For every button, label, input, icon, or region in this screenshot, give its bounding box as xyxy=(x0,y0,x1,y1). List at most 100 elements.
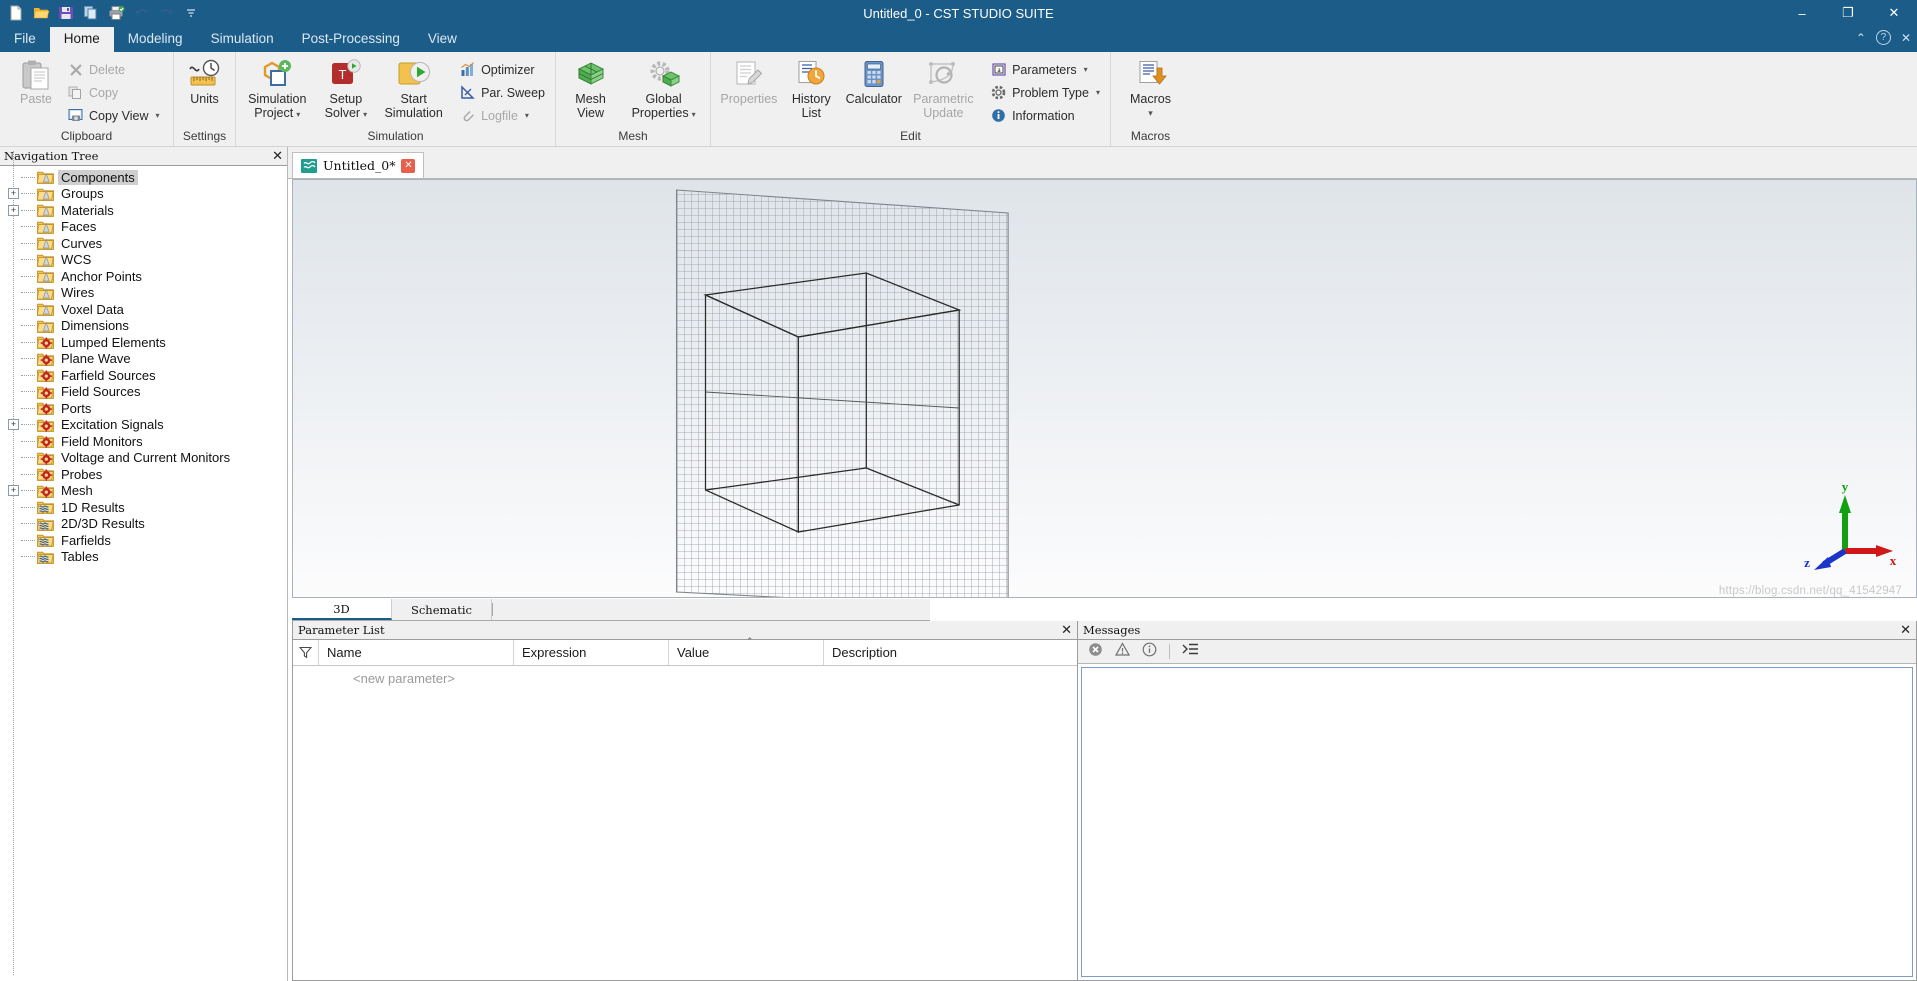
new-document-icon[interactable] xyxy=(6,3,26,23)
mesh-view-button[interactable]: Mesh View xyxy=(560,56,621,122)
tree-item-voxel-data[interactable]: Voxel Data xyxy=(0,301,287,318)
minimize-button[interactable]: – xyxy=(1779,0,1825,26)
ribbon-tab-modeling[interactable]: Modeling xyxy=(114,27,197,52)
filter-icon[interactable] xyxy=(293,640,319,665)
open-folder-icon[interactable] xyxy=(31,3,51,23)
global-properties-button[interactable]: Global Properties ▾ xyxy=(621,56,706,124)
problem-type-button[interactable]: Problem Type ▾ xyxy=(987,81,1106,104)
expand-icon[interactable]: + xyxy=(8,419,19,431)
chevron-down-icon[interactable]: ▾ xyxy=(692,110,696,119)
help-icon[interactable]: ? xyxy=(1875,30,1891,45)
par-sweep-button[interactable]: Par. Sweep xyxy=(456,81,551,104)
tree-item-excitation-signals[interactable]: + Excitation Signals xyxy=(0,417,287,434)
tree-item-1d-results[interactable]: 1D Results xyxy=(0,499,287,516)
history-list-button[interactable]: History List xyxy=(783,56,840,122)
close-ribbon-icon[interactable]: ✕ xyxy=(1901,31,1911,45)
units-button[interactable]: Units xyxy=(177,56,233,108)
macros-button[interactable]: Macros ▾ xyxy=(1123,56,1179,122)
copy-icon[interactable] xyxy=(81,3,101,23)
print-icon[interactable] xyxy=(106,3,126,23)
close-navigation-icon[interactable]: ✕ xyxy=(272,149,283,162)
setup-solver-button[interactable]: T Setup Solver ▾ xyxy=(315,56,378,124)
folder-gear-icon xyxy=(37,368,54,383)
tree-item-wires[interactable]: Wires xyxy=(0,285,287,302)
tree-item-dimensions[interactable]: Dimensions xyxy=(0,318,287,335)
clear-messages-icon[interactable] xyxy=(1182,642,1199,662)
start-simulation-button[interactable]: Start Simulation xyxy=(377,56,450,122)
chevron-down-icon[interactable]: ▾ xyxy=(296,110,300,119)
column-header-expression[interactable]: Expression xyxy=(514,640,669,665)
tree-item-farfields[interactable]: Farfields xyxy=(0,532,287,549)
expand-icon[interactable]: + xyxy=(8,485,19,497)
ribbon-tab-post-processing[interactable]: Post-Processing xyxy=(288,27,414,52)
close-parameter-list-icon[interactable]: ✕ xyxy=(1061,623,1072,636)
save-icon[interactable] xyxy=(56,3,76,23)
tree-item-plane-wave[interactable]: Plane Wave xyxy=(0,351,287,368)
expand-icon[interactable]: + xyxy=(8,188,19,200)
tree-item-voltage-and-current-monitors[interactable]: Voltage and Current Monitors xyxy=(0,450,287,467)
tree-item-materials[interactable]: + Materials xyxy=(0,202,287,219)
properties-button[interactable]: Properties xyxy=(715,56,783,108)
collapse-ribbon-icon[interactable]: ⌃ xyxy=(1856,31,1866,45)
ribbon-group-mesh: Mesh View Global Properties ▾ Mesh xyxy=(555,52,710,146)
parameters-button[interactable]: a Parameters ▾ xyxy=(987,58,1106,81)
tree-item-2d-3d-results[interactable]: 2D/3D Results xyxy=(0,516,287,533)
new-parameter-row[interactable]: <new parameter> xyxy=(293,666,1077,690)
redo-icon[interactable] xyxy=(156,3,176,23)
tree-item-lumped-elements[interactable]: Lumped Elements xyxy=(0,334,287,351)
optimizer-button[interactable]: Optimizer xyxy=(456,58,551,81)
tree-item-farfield-sources[interactable]: Farfield Sources xyxy=(0,367,287,384)
ribbon-tab-home[interactable]: Home xyxy=(49,27,114,52)
customize-qat-icon[interactable] xyxy=(181,3,201,23)
column-header-value[interactable]: Value ⌃ xyxy=(669,636,824,665)
macros-caret[interactable]: ▾ xyxy=(1148,106,1153,120)
tree-item-anchor-points[interactable]: Anchor Points xyxy=(0,268,287,285)
document-tab-untitled-0[interactable]: Untitled_0* ✕ xyxy=(292,152,425,178)
information-button[interactable]: Information xyxy=(987,104,1106,127)
simulation-project-button[interactable]: Simulation Project ▾ xyxy=(240,56,315,124)
chevron-down-icon[interactable]: ▾ xyxy=(525,111,529,120)
close-button[interactable]: ✕ xyxy=(1871,0,1917,26)
errors-icon[interactable] xyxy=(1088,642,1103,662)
tree-item-tables[interactable]: Tables xyxy=(0,549,287,566)
calculator-button[interactable]: Calculator xyxy=(840,56,908,108)
view-tab-3d[interactable]: 3D xyxy=(292,599,392,620)
view-tab-schematic[interactable]: Schematic xyxy=(392,599,492,620)
tree-item-field-sources[interactable]: Field Sources xyxy=(0,384,287,401)
delete-button[interactable]: Delete xyxy=(64,58,166,81)
tree-item-faces[interactable]: Faces xyxy=(0,219,287,236)
paste-button[interactable]: Paste xyxy=(8,56,64,108)
tree-item-label: Plane Wave xyxy=(61,351,131,367)
column-header-description[interactable]: Description xyxy=(824,640,1074,665)
tree-item-wcs[interactable]: WCS xyxy=(0,252,287,269)
copy-button[interactable]: Copy xyxy=(64,81,166,104)
tree-item-curves[interactable]: Curves xyxy=(0,235,287,252)
warnings-icon[interactable] xyxy=(1114,641,1131,662)
chevron-down-icon[interactable]: ▾ xyxy=(363,110,367,119)
parametric-update-button[interactable]: Parametric Update xyxy=(908,56,979,122)
expand-icon[interactable]: + xyxy=(8,204,19,216)
ribbon-tab-view[interactable]: View xyxy=(414,27,471,52)
tree-item-groups[interactable]: + Groups xyxy=(0,186,287,203)
close-messages-icon[interactable]: ✕ xyxy=(1900,623,1911,636)
chevron-down-icon[interactable]: ▾ xyxy=(1096,88,1100,97)
info-icon[interactable] xyxy=(1142,642,1157,662)
ribbon-tab-file[interactable]: File xyxy=(0,27,50,52)
close-document-icon[interactable]: ✕ xyxy=(401,158,416,173)
3d-viewport[interactable]: y x z https://blog.csdn.net/qq_41542947 xyxy=(292,179,1917,598)
tree-item-components[interactable]: Components xyxy=(0,169,287,186)
logfile-button[interactable]: Logfile ▾ xyxy=(456,104,551,127)
tree-item-field-monitors[interactable]: Field Monitors xyxy=(0,433,287,450)
tree-connector xyxy=(21,308,35,310)
tree-item-mesh[interactable]: + Mesh xyxy=(0,483,287,500)
ribbon-tab-simulation[interactable]: Simulation xyxy=(197,27,288,52)
maximize-button[interactable]: ❐ xyxy=(1825,0,1871,26)
column-header-name[interactable]: Name xyxy=(319,640,514,665)
chevron-down-icon[interactable]: ▾ xyxy=(1084,65,1088,74)
tree-item-probes[interactable]: Probes xyxy=(0,466,287,483)
copy-view-button[interactable]: Copy View ▾ xyxy=(64,104,166,127)
undo-icon[interactable] xyxy=(131,3,151,23)
tree-item-ports[interactable]: Ports xyxy=(0,400,287,417)
chevron-down-icon[interactable]: ▾ xyxy=(156,111,160,120)
messages-body[interactable] xyxy=(1081,667,1913,977)
